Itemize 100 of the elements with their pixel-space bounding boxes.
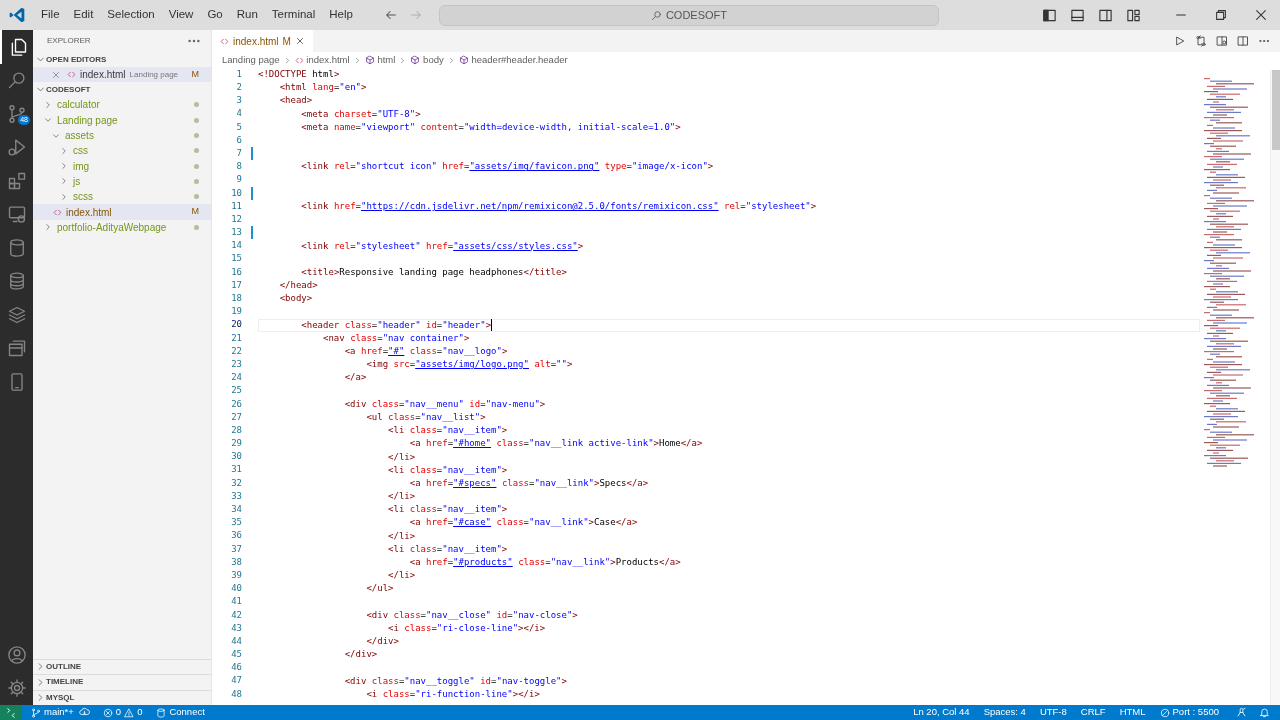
status-item[interactable]: CRLF [1075, 705, 1111, 720]
code-line: <ul class="nav__list"> [365, 410, 486, 424]
account-icon[interactable] [6, 644, 27, 665]
extensions-icon[interactable] [6, 170, 27, 191]
html-file-icon [220, 36, 229, 46]
breadcrumb-item[interactable]: html [364, 52, 396, 68]
feedback-icon[interactable] [1236, 707, 1247, 718]
layout-icon[interactable] [1126, 7, 1141, 23]
modified-label: M [282, 34, 291, 49]
monitor-icon[interactable] [6, 204, 27, 225]
line-number: 41 [231, 595, 242, 609]
menu-item[interactable]: File [34, 6, 67, 24]
modified-label: M [191, 67, 199, 81]
line-number: 47 [231, 674, 242, 688]
line-number: 7 [236, 146, 242, 160]
open-editor-item[interactable]: index.html Landing page M [33, 67, 211, 83]
breadcrumb-item[interactable]: body [410, 52, 444, 68]
section-title: MYSQL [46, 691, 75, 704]
line-number: 29 [231, 437, 242, 451]
windows-icon[interactable] [6, 338, 27, 359]
line-number: 3 [236, 94, 242, 108]
split-layout-icon[interactable] [1098, 7, 1113, 23]
compare-icon[interactable] [1195, 35, 1207, 47]
code-line: <nav class="nav container"> [322, 331, 470, 345]
menu-item[interactable]: View [161, 6, 201, 24]
code-line: </ul> [365, 582, 394, 596]
code-line: </li> [387, 529, 416, 543]
menu-item[interactable]: Edit [66, 6, 101, 24]
connect-button[interactable]: Connect [151, 705, 210, 720]
close-icon[interactable] [1254, 8, 1268, 22]
close-icon[interactable] [294, 36, 305, 46]
menu-item[interactable]: Go [200, 6, 230, 24]
line-number: 1 [236, 67, 242, 81]
menu-item[interactable]: Selection [100, 6, 162, 24]
restore-icon[interactable] [1214, 8, 1228, 22]
line-number: 8 [236, 160, 242, 174]
text-cursor [491, 319, 493, 332]
editor-tab[interactable]: index.html M [212, 30, 313, 52]
status-dot [194, 102, 199, 108]
sidebar-toggle-icon[interactable] [1042, 7, 1057, 23]
modified-label: M [191, 205, 199, 219]
bell-icon[interactable] [1259, 707, 1270, 718]
menu-item[interactable]: Run [229, 6, 265, 24]
breadcrumb-item[interactable]: Landing page [222, 52, 280, 68]
play-bug-icon[interactable] [6, 137, 27, 158]
file-name: assets [65, 129, 94, 144]
file-name: img [73, 159, 90, 174]
scrollbar-thumb[interactable] [1272, 70, 1280, 150]
line-number: 39 [231, 568, 242, 582]
code-line: <a href="#specs" class="nav__link">Specs</a> [408, 476, 649, 490]
code-line: </a> [343, 371, 367, 385]
status-item[interactable]: Ln 20, Col 44 [908, 705, 975, 720]
code-line: <a href="#case" class="nav__link">Case</a> [408, 516, 638, 530]
branch-icon[interactable] [6, 103, 27, 124]
menu-item[interactable]: Help [322, 6, 360, 24]
run-icon[interactable] [1174, 35, 1186, 47]
line-number: 9 [236, 173, 242, 187]
section-header[interactable]: CODESOFT [33, 82, 211, 98]
status-item[interactable]: Spaces: 4 [978, 705, 1031, 720]
preview-icon[interactable] [1216, 35, 1228, 47]
back-arrow-icon[interactable] [383, 8, 398, 22]
section-header[interactable]: OUTLINE [33, 658, 211, 674]
section-header[interactable]: OPEN EDITORS [33, 52, 211, 67]
breadcrumb-item[interactable]: header#header.header [458, 52, 568, 68]
code-line: <link href="https://cdn.jsdelivr.net/npm/remixicon@2.5.0/fonts/remixicon.css" rel="stylesheet"> [300, 199, 817, 213]
search-field[interactable]: CODESOFT [438, 4, 939, 26]
status-item[interactable]: UTF-8 [1034, 705, 1072, 720]
file-path: Landing page [129, 68, 179, 81]
layers-icon[interactable] [6, 304, 27, 325]
port-button[interactable]: Port : 5500 [1154, 705, 1224, 720]
line-number: 19 [231, 305, 242, 319]
line-number: 32 [231, 476, 242, 490]
remote-button[interactable] [0, 705, 22, 720]
branch-button[interactable]: main*+ [26, 705, 79, 720]
line-number: 37 [231, 542, 242, 556]
code-line: <link rel="shortcut icon" href="assets/img/favicon.png" type="image/x-icon"> [300, 160, 714, 174]
file-name: js [73, 174, 81, 189]
search-icon [650, 9, 662, 21]
line-number: 30 [231, 450, 242, 464]
section-header[interactable]: TIMELINE [33, 674, 211, 690]
line-number: 35 [231, 516, 242, 530]
line-number: 28 [231, 423, 242, 437]
line-number: 42 [231, 608, 242, 622]
split-editor-icon[interactable] [1237, 35, 1249, 47]
sync-icon[interactable] [78, 707, 90, 718]
settings-icon[interactable] [6, 678, 27, 699]
section-title: OPEN EDITORS [46, 53, 107, 66]
status-item[interactable]: HTML [1114, 705, 1151, 720]
explorer-file-row[interactable]: index.html M [33, 204, 211, 220]
menu-item[interactable]: Terminal [264, 6, 323, 24]
element-icon [364, 55, 375, 65]
line-number: 22 [231, 344, 242, 358]
breadcrumb-item[interactable]: index.html [294, 52, 350, 68]
problems-button[interactable]: 0 0 [97, 705, 148, 720]
code-line: <li class="nav__item"> [387, 463, 508, 477]
panel-toggle-icon[interactable] [1070, 7, 1085, 23]
code-line: <a href="#products" class="nav__link">Products</a> [408, 556, 681, 570]
status-dot [194, 148, 199, 154]
html-file-icon [53, 207, 62, 217]
search-icon[interactable] [6, 70, 27, 91]
